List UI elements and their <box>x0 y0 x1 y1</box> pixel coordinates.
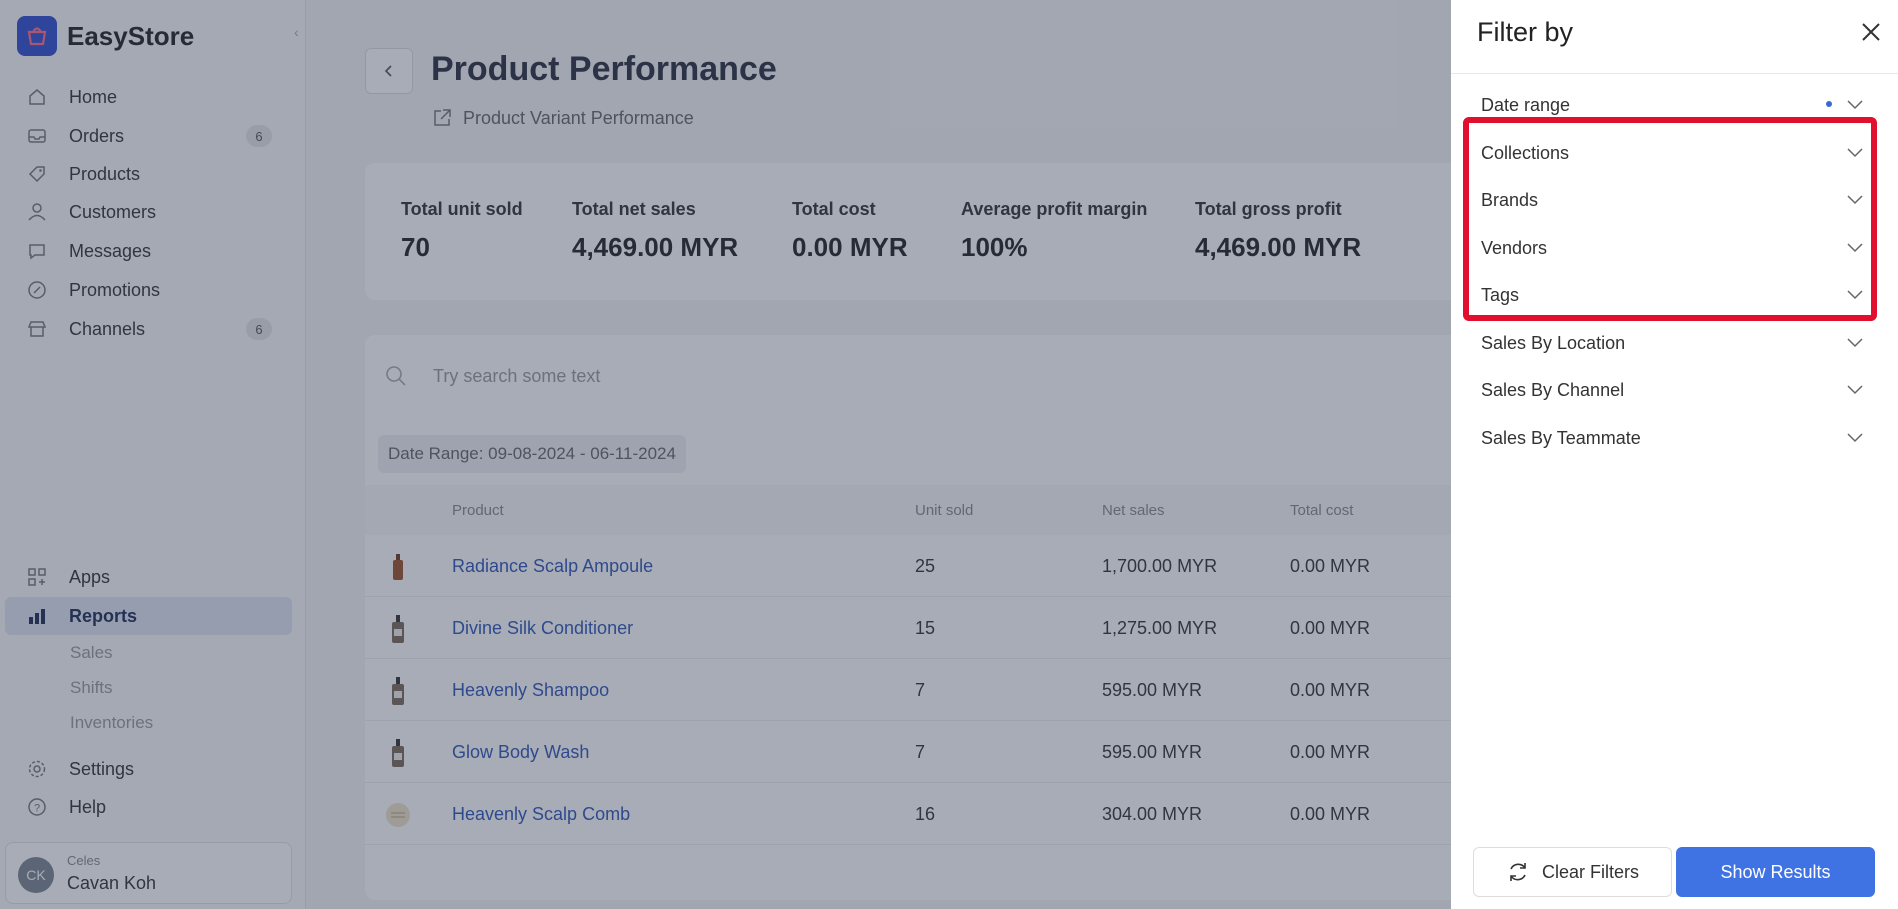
clear-filters-label: Clear Filters <box>1541 861 1639 882</box>
chevron-down-icon <box>1847 290 1863 300</box>
filter-tags[interactable]: Tags <box>1451 273 1898 317</box>
chevron-down-icon <box>1847 243 1863 253</box>
chevron-down-icon <box>1847 433 1863 443</box>
chevron-down-icon <box>1847 195 1863 205</box>
filter-label: Collections <box>1481 143 1570 163</box>
filter-label: Brands <box>1481 190 1539 210</box>
refresh-icon <box>1510 863 1526 881</box>
filter-label: Sales By Teammate <box>1481 428 1641 448</box>
chevron-down-icon <box>1847 100 1863 110</box>
chevron-down-icon <box>1847 148 1863 158</box>
filter-brands[interactable]: Brands <box>1451 178 1898 222</box>
filter-vendors[interactable]: Vendors <box>1451 226 1898 270</box>
filter-panel: Filter by Date range Collections Brands … <box>1451 0 1898 909</box>
filter-sales-by-location[interactable]: Sales By Location <box>1451 321 1898 365</box>
show-results-button[interactable]: Show Results <box>1676 847 1875 897</box>
close-icon[interactable] <box>1859 20 1883 44</box>
filter-date-range[interactable]: Date range <box>1451 83 1898 127</box>
chevron-down-icon <box>1847 385 1863 395</box>
divider <box>1451 73 1898 74</box>
filter-sales-by-teammate[interactable]: Sales By Teammate <box>1451 416 1898 460</box>
filter-sales-by-channel[interactable]: Sales By Channel <box>1451 368 1898 412</box>
modal-backdrop[interactable] <box>0 0 1451 909</box>
filter-label: Sales By Location <box>1481 333 1626 353</box>
chevron-down-icon <box>1847 338 1863 348</box>
filter-collections[interactable]: Collections <box>1451 131 1898 175</box>
filter-panel-title: Filter by <box>1477 17 1574 47</box>
filter-label: Vendors <box>1481 238 1548 258</box>
filter-label: Date range <box>1481 95 1571 115</box>
filter-label: Sales By Channel <box>1481 380 1625 400</box>
active-filter-dot <box>1826 101 1832 107</box>
clear-filters-button[interactable]: Clear Filters <box>1473 847 1672 897</box>
filter-label: Tags <box>1481 285 1520 305</box>
